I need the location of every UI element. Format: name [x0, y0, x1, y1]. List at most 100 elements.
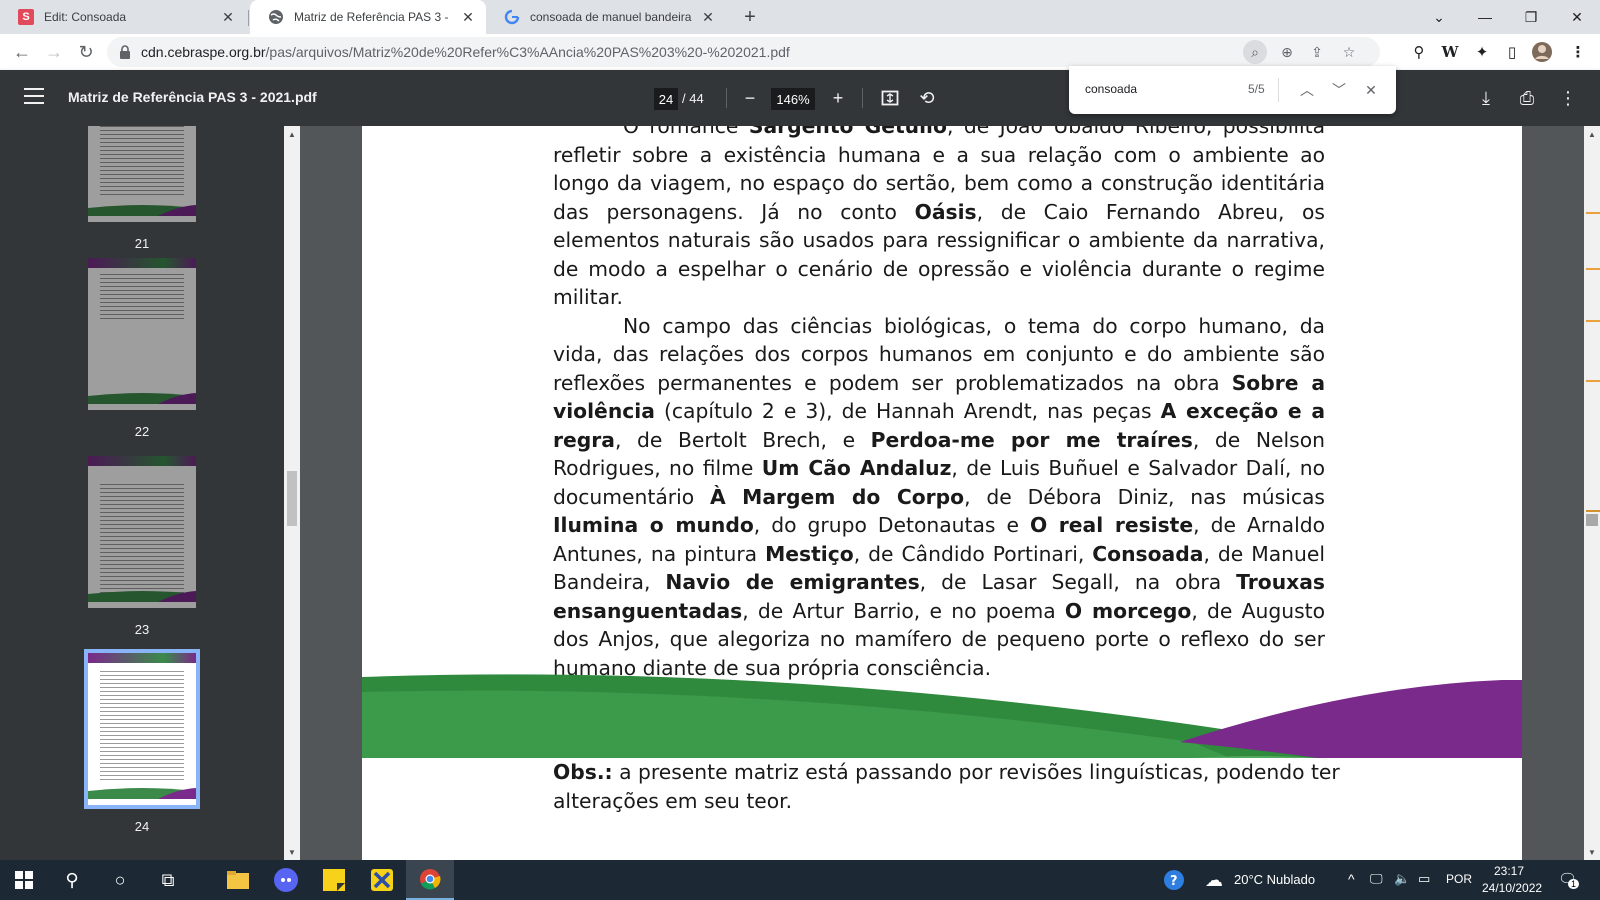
print-icon[interactable]: ⎙ — [1515, 86, 1539, 110]
bookmark-star-icon[interactable]: ☆ — [1337, 40, 1361, 64]
pdf-viewer[interactable]: O romance Sargento Getúlio, de João Ubal… — [300, 126, 1584, 860]
scrollbar-thumb[interactable] — [287, 471, 297, 526]
toolbar-divider — [862, 88, 863, 108]
tab-google-search[interactable]: consoada de manuel bandeira - I ✕ — [486, 0, 726, 34]
scroll-down-icon[interactable]: ▼ — [288, 848, 296, 857]
scroll-down-icon[interactable]: ▼ — [1588, 848, 1596, 857]
sidebar-scrollbar[interactable]: ▲ ▼ — [284, 126, 300, 860]
find-bar: consoada 5/5 ︿ ﹀ ✕ — [1069, 66, 1396, 114]
app-x-icon[interactable] — [358, 860, 406, 900]
body-text-segment: , de Débora Diniz, nas músicas — [964, 484, 1325, 509]
menu-icon[interactable] — [24, 88, 44, 108]
chrome-icon[interactable] — [406, 860, 454, 900]
zoom-input[interactable]: 146% — [771, 88, 815, 110]
thumbnail-page-22[interactable]: 22 — [88, 258, 196, 439]
thumbnail-page-23[interactable]: 23 — [88, 456, 196, 637]
zoom-in-icon[interactable]: + — [826, 86, 850, 110]
tray-chevron-icon[interactable]: ^ — [1348, 871, 1355, 887]
zoom-out-icon[interactable]: − — [738, 86, 762, 110]
lock-icon[interactable] — [119, 45, 131, 59]
bold-title-text: Navio de emigrantes — [665, 570, 920, 594]
tab-search-chevron-icon[interactable]: ⌄ — [1416, 0, 1462, 34]
wikipedia-extension-icon[interactable]: W — [1438, 40, 1462, 64]
bold-title-text: À Margem do Corpo — [710, 484, 965, 509]
clock-time[interactable]: 23:17 — [1494, 864, 1524, 878]
close-window-button[interactable]: ✕ — [1554, 0, 1600, 34]
reload-button[interactable]: ↻ — [72, 38, 100, 66]
chrome-menu-icon[interactable]: ⋮ — [1566, 40, 1590, 64]
download-icon[interactable]: ⤓ — [1474, 86, 1498, 110]
tab-label: consoada de manuel bandeira - I — [530, 10, 692, 24]
extension-pin-icon[interactable]: ⚲ — [1407, 40, 1431, 64]
tab-edit-consoada[interactable]: S Edit: Consoada ✕ — [0, 0, 246, 34]
scrollbar-thumb[interactable] — [1586, 514, 1598, 526]
weather-text[interactable]: 20°C Nublado — [1234, 872, 1315, 887]
bold-title-text: Mestiço — [765, 541, 854, 566]
pdf-page: O romance Sargento Getúlio, de João Ubal… — [362, 126, 1522, 860]
forward-button[interactable]: → — [40, 38, 68, 66]
file-explorer-icon[interactable] — [214, 860, 262, 900]
body-text-segment: No campo das ciências biológicas, o tema… — [553, 313, 1325, 395]
find-next-icon[interactable]: ﹀ — [1327, 78, 1351, 102]
observation-note: Obs.: a presente matriz está passando po… — [553, 760, 1340, 813]
minimize-button[interactable]: — — [1462, 0, 1508, 34]
zoom-icon[interactable]: ⊕ — [1275, 40, 1299, 64]
body-text-segment: , de Cândido Portinari, — [853, 541, 1093, 566]
sticky-notes-icon[interactable] — [310, 860, 358, 900]
extensions-puzzle-icon[interactable]: ✦ — [1470, 40, 1494, 64]
windows-taskbar: ⚲ ○ ⧉ ? ☁ 20°C Nublado ^ 🖵 🔈 ▭ POR 23:17… — [0, 860, 1600, 900]
page-thumbnail — [88, 258, 196, 410]
share-icon[interactable]: ⇪ — [1305, 40, 1329, 64]
page-number-input[interactable]: 24 — [654, 88, 678, 110]
thumbnail-number: 24 — [134, 819, 150, 834]
close-icon[interactable]: ✕ — [700, 9, 716, 25]
scroll-up-icon[interactable]: ▲ — [288, 130, 296, 139]
find-in-page-icon[interactable]: ⌕ — [1243, 40, 1267, 64]
body-text-segment: , de Artur Barrio, e no poema — [742, 598, 1065, 623]
close-icon[interactable]: ✕ — [220, 9, 236, 25]
new-tab-button[interactable]: + — [738, 5, 762, 29]
address-bar[interactable]: cdn.cebraspe.org.br/pas/arquivos/Matriz%… — [107, 37, 1380, 67]
paragraph: O romance Sargento Getúlio, de João Ubal… — [553, 126, 1325, 312]
body-text-segment: , de Bertolt Brech, e — [614, 427, 871, 452]
main-scrollbar[interactable]: ▲ ▼ — [1584, 126, 1600, 860]
tab-strip: S Edit: Consoada ✕ Matriz de Referência … — [0, 0, 1600, 34]
battery-icon[interactable]: ▭ — [1418, 871, 1430, 887]
find-match-marker — [1586, 320, 1600, 322]
find-divider — [1278, 78, 1279, 102]
tab-matriz-pdf[interactable]: Matriz de Referência PAS 3 - 202 ✕ — [250, 0, 486, 34]
thumbnail-page-21[interactable]: 21 — [88, 126, 196, 251]
body-text-segment: , de Lasar Segall, na obra — [919, 570, 1237, 594]
volume-icon[interactable]: 🔈 — [1394, 871, 1410, 887]
find-previous-icon[interactable]: ︿ — [1295, 78, 1319, 102]
thumbnail-number: 21 — [134, 236, 150, 251]
discord-icon[interactable] — [262, 860, 310, 900]
page-total: / 44 — [682, 91, 704, 106]
find-close-icon[interactable]: ✕ — [1359, 78, 1383, 102]
profile-avatar[interactable] — [1530, 40, 1554, 64]
side-panel-icon[interactable]: ▯ — [1500, 40, 1524, 64]
bold-title-text: O real resiste — [1029, 513, 1194, 537]
back-button[interactable]: ← — [8, 38, 36, 66]
network-icon[interactable]: 🖵 — [1370, 871, 1383, 887]
restore-button[interactable]: ❐ — [1508, 0, 1554, 34]
clock-date[interactable]: 24/10/2022 — [1482, 881, 1542, 895]
cortana-icon[interactable]: ○ — [96, 860, 144, 900]
weather-cloud-icon[interactable]: ☁ — [1190, 860, 1238, 900]
thumbnail-page-24[interactable]: 24 — [84, 649, 200, 834]
thumbnail-number: 22 — [134, 424, 150, 439]
close-icon[interactable]: ✕ — [460, 9, 476, 25]
thumbnail-sidebar: 21 22 23 24 — [0, 126, 284, 860]
bold-title-text: Perdoa-me por me traíres — [870, 427, 1193, 452]
find-input[interactable]: consoada — [1085, 82, 1137, 96]
globe-icon — [268, 9, 284, 25]
scroll-up-icon[interactable]: ▲ — [1588, 130, 1596, 139]
windows-start-icon[interactable] — [0, 860, 48, 900]
bold-title-text: Um Cão Andaluz — [761, 456, 952, 480]
rotate-icon[interactable]: ⟲ — [915, 86, 939, 110]
more-options-icon[interactable]: ⋮ — [1556, 86, 1580, 110]
search-icon[interactable]: ⚲ — [48, 860, 96, 900]
task-view-icon[interactable]: ⧉ — [144, 860, 192, 900]
language-indicator[interactable]: POR — [1446, 872, 1472, 886]
fit-page-icon[interactable] — [878, 86, 902, 110]
